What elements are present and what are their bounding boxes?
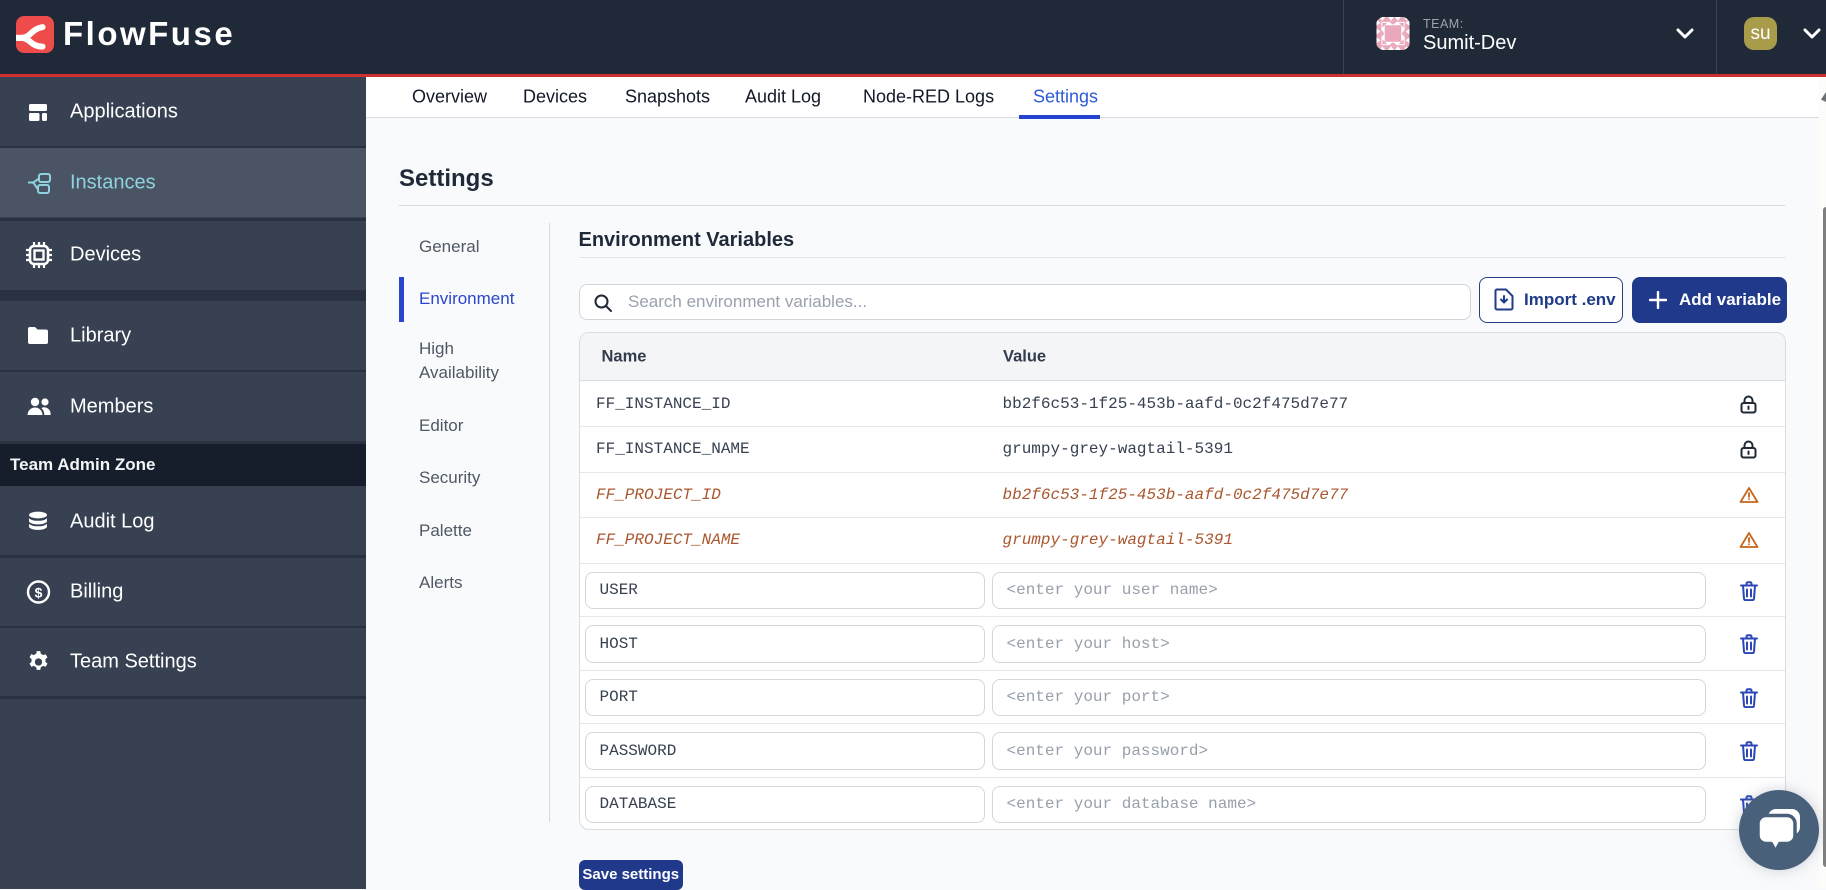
svg-text:$: $ — [35, 585, 43, 601]
